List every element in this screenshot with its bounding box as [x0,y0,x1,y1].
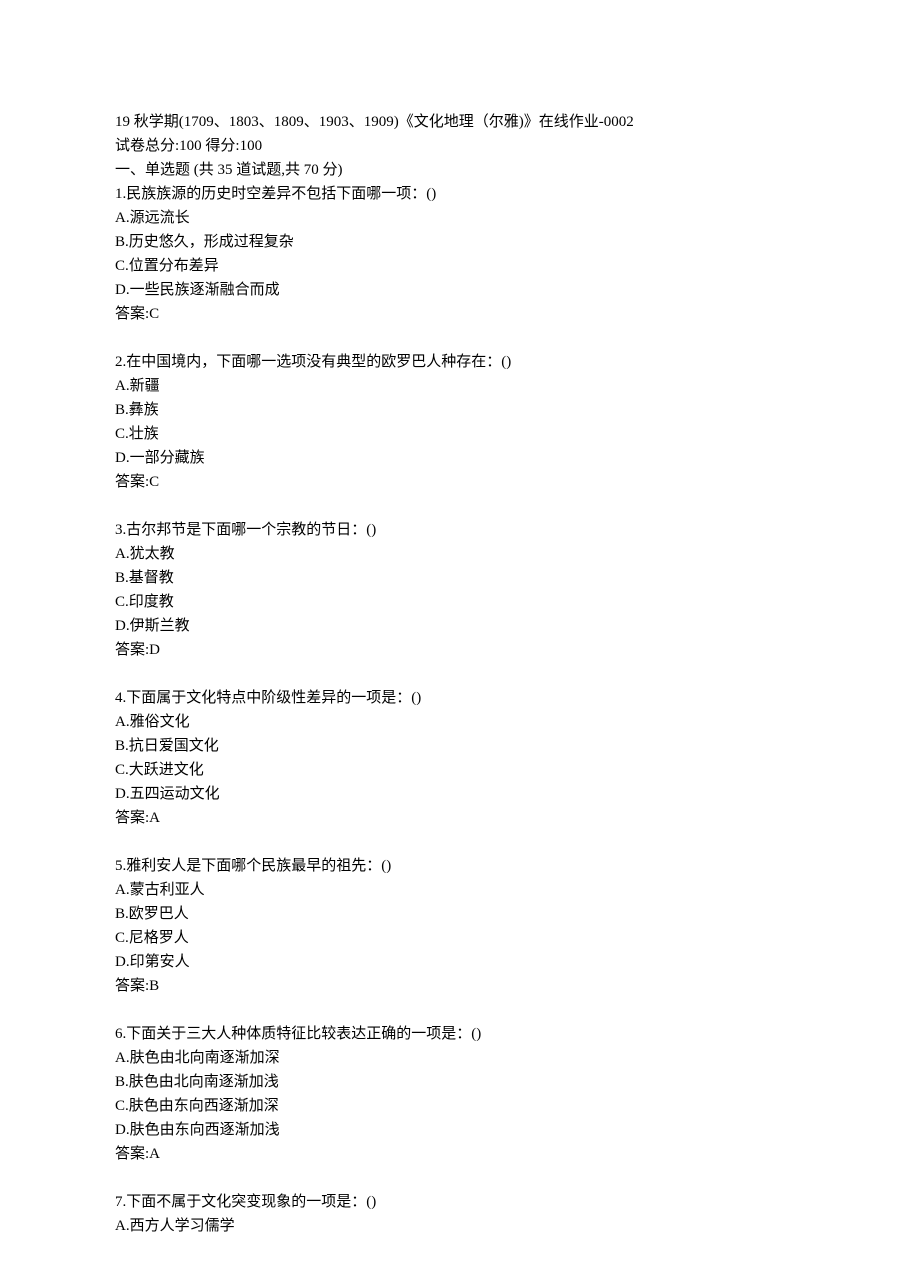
answer: 答案:C [115,302,805,326]
option-c: C.位置分布差异 [115,254,805,278]
option-d: D.印第安人 [115,950,805,974]
option-c: C.大跃进文化 [115,758,805,782]
question-7: 7.下面不属于文化突变现象的一项是：() A.西方人学习儒学 [115,1190,805,1238]
question-5: 5.雅利安人是下面哪个民族最早的祖先：() A.蒙古利亚人 B.欧罗巴人 C.尼… [115,854,805,998]
question-text: 7.下面不属于文化突变现象的一项是：() [115,1190,805,1214]
option-c: C.尼格罗人 [115,926,805,950]
answer: 答案:B [115,974,805,998]
option-a: A.雅俗文化 [115,710,805,734]
question-4: 4.下面属于文化特点中阶级性差异的一项是：() A.雅俗文化 B.抗日爱国文化 … [115,686,805,830]
question-text: 6.下面关于三大人种体质特征比较表达正确的一项是：() [115,1022,805,1046]
question-text: 2.在中国境内，下面哪一选项没有典型的欧罗巴人种存在：() [115,350,805,374]
option-a: A.蒙古利亚人 [115,878,805,902]
question-1: 1.民族族源的历史时空差异不包括下面哪一项：() A.源远流长 B.历史悠久，形… [115,182,805,326]
option-a: A.源远流长 [115,206,805,230]
question-text: 1.民族族源的历史时空差异不包括下面哪一项：() [115,182,805,206]
option-d: D.一部分藏族 [115,446,805,470]
option-a: A.犹太教 [115,542,805,566]
option-b: B.历史悠久，形成过程复杂 [115,230,805,254]
option-b: B.抗日爱国文化 [115,734,805,758]
answer: 答案:D [115,638,805,662]
question-3: 3.古尔邦节是下面哪一个宗教的节日：() A.犹太教 B.基督教 C.印度教 D… [115,518,805,662]
question-6: 6.下面关于三大人种体质特征比较表达正确的一项是：() A.肤色由北向南逐渐加深… [115,1022,805,1166]
exam-title: 19 秋学期(1709、1803、1809、1903、1909)《文化地理（尔雅… [115,110,805,134]
option-c: C.印度教 [115,590,805,614]
option-d: D.一些民族逐渐融合而成 [115,278,805,302]
option-c: C.肤色由东向西逐渐加深 [115,1094,805,1118]
question-text: 5.雅利安人是下面哪个民族最早的祖先：() [115,854,805,878]
score-line: 试卷总分:100 得分:100 [115,134,805,158]
option-c: C.壮族 [115,422,805,446]
option-d: D.伊斯兰教 [115,614,805,638]
question-text: 4.下面属于文化特点中阶级性差异的一项是：() [115,686,805,710]
answer: 答案:A [115,1142,805,1166]
answer: 答案:C [115,470,805,494]
option-a: A.肤色由北向南逐渐加深 [115,1046,805,1070]
option-a: A.西方人学习儒学 [115,1214,805,1238]
option-b: B.彝族 [115,398,805,422]
option-b: B.基督教 [115,566,805,590]
question-text: 3.古尔邦节是下面哪一个宗教的节日：() [115,518,805,542]
option-b: B.肤色由北向南逐渐加浅 [115,1070,805,1094]
option-d: D.肤色由东向西逐渐加浅 [115,1118,805,1142]
option-a: A.新疆 [115,374,805,398]
section-title: 一、单选题 (共 35 道试题,共 70 分) [115,158,805,182]
option-d: D.五四运动文化 [115,782,805,806]
option-b: B.欧罗巴人 [115,902,805,926]
question-2: 2.在中国境内，下面哪一选项没有典型的欧罗巴人种存在：() A.新疆 B.彝族 … [115,350,805,494]
answer: 答案:A [115,806,805,830]
